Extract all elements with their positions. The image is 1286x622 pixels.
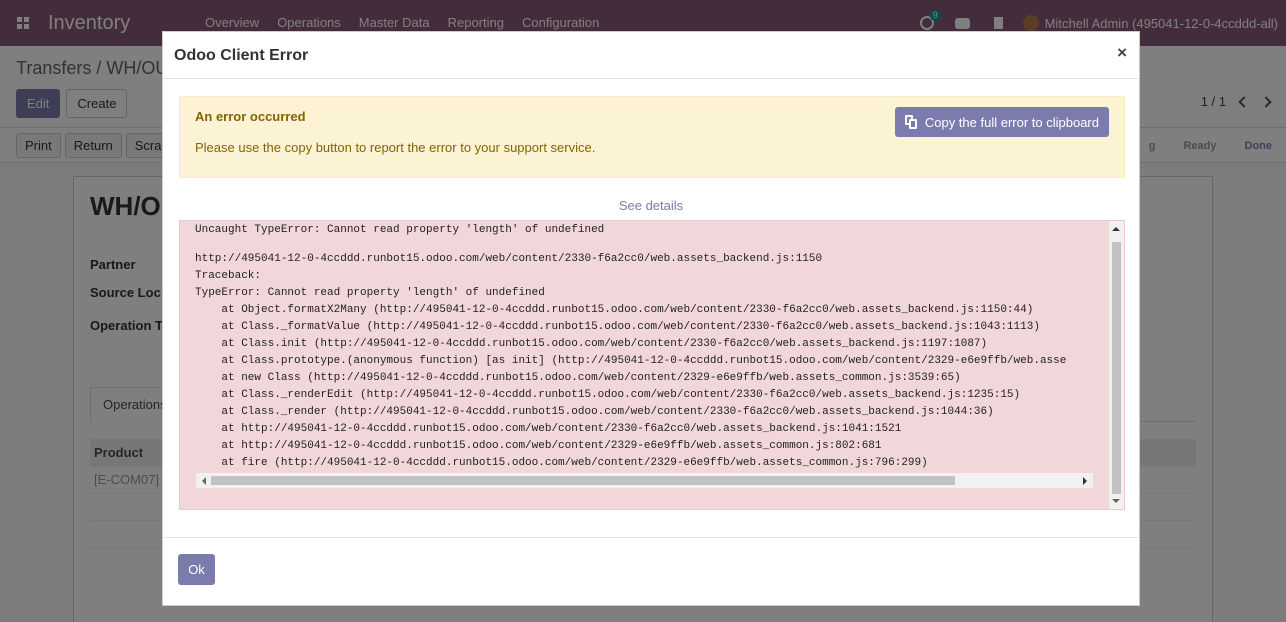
clipboard-icon — [904, 115, 917, 129]
error-details-content: Uncaught TypeError: Cannot read property… — [195, 221, 1105, 473]
error-details-box: Uncaught TypeError: Cannot read property… — [179, 220, 1125, 510]
close-icon[interactable]: × — [1117, 43, 1127, 63]
vertical-scrollbar[interactable] — [1109, 221, 1124, 509]
see-details-link[interactable]: See details — [163, 198, 1139, 213]
scrollbar-thumb[interactable] — [211, 476, 955, 485]
alert-heading: An error occurred — [195, 109, 306, 124]
scrollbar-thumb[interactable] — [1112, 242, 1121, 494]
error-dialog: Odoo Client Error × An error occurred Pl… — [162, 31, 1140, 606]
dialog-footer: Ok — [163, 537, 1139, 605]
alert-text: Please use the copy button to report the… — [195, 140, 596, 155]
scroll-up-icon[interactable] — [1112, 227, 1120, 231]
error-first-line: Uncaught TypeError: Cannot read property… — [195, 224, 605, 236]
dialog-header: Odoo Client Error × — [163, 32, 1139, 79]
dialog-title: Odoo Client Error — [174, 47, 309, 64]
scroll-down-icon[interactable] — [1112, 499, 1120, 503]
error-alert: An error occurred Please use the copy bu… — [179, 96, 1125, 178]
scroll-right-icon[interactable] — [1083, 477, 1087, 485]
scroll-left-icon[interactable] — [202, 477, 206, 485]
copy-error-button[interactable]: Copy the full error to clipboard — [894, 107, 1109, 137]
horizontal-scrollbar[interactable] — [196, 473, 1093, 488]
copy-error-label: Copy the full error to clipboard — [924, 114, 1099, 130]
error-traceback: http://495041-12-0-4ccddd.runbot15.odoo.… — [195, 253, 1067, 469]
ok-button[interactable]: Ok — [178, 554, 215, 585]
